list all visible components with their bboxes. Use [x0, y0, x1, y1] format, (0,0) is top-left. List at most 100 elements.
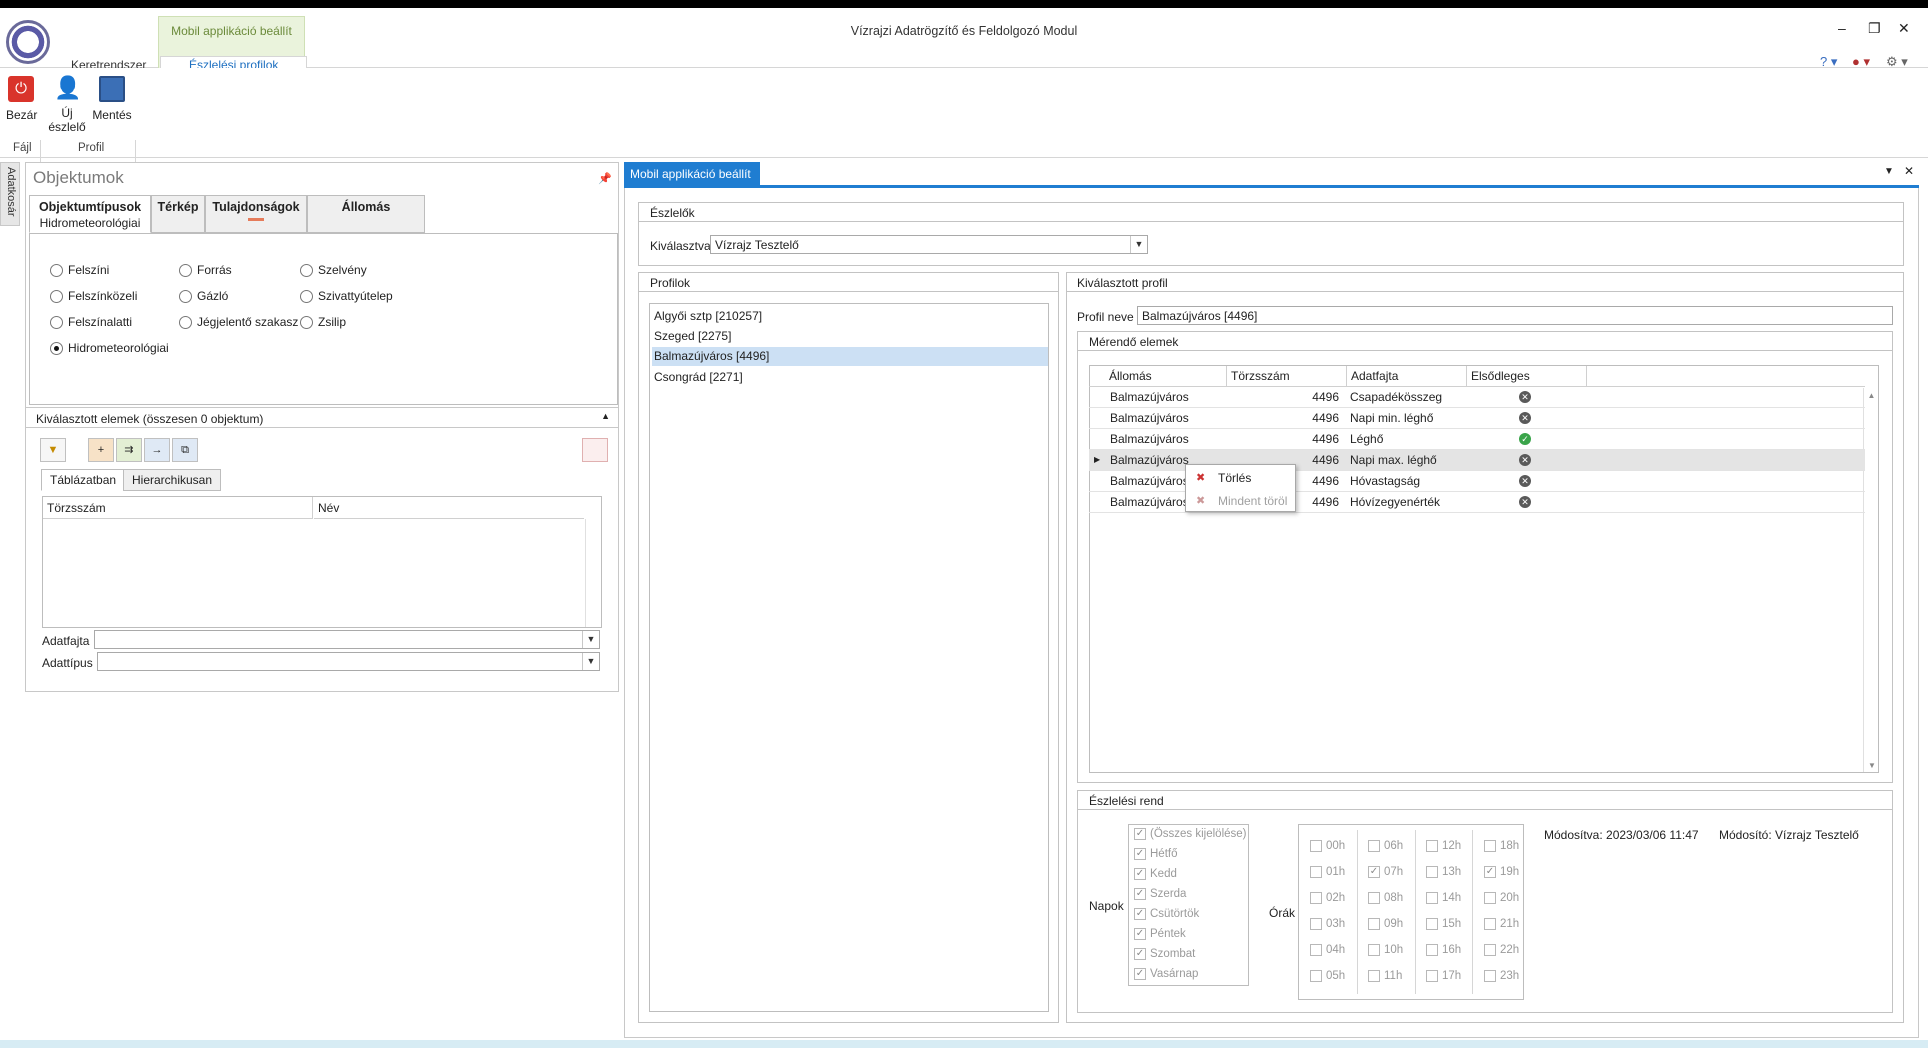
day-checkbox[interactable]: ✓ Vasárnap — [1134, 968, 1198, 980]
tab-terkep[interactable]: Térkép — [151, 195, 205, 233]
radio-zsilip[interactable]: Zsilip — [300, 315, 346, 329]
not-primary-icon[interactable]: ✕ — [1519, 412, 1531, 424]
col-torzsszam[interactable]: Törzsszám — [1227, 366, 1347, 386]
col-torzsszam[interactable]: Törzsszám — [43, 497, 313, 519]
move-icon[interactable]: → — [144, 438, 170, 462]
hour-checkbox[interactable]: 09h — [1368, 918, 1403, 930]
adattipus-combo[interactable]: ▼ — [97, 652, 600, 671]
pin-icon[interactable]: 📌 — [598, 172, 612, 185]
hour-checkbox[interactable]: 04h — [1310, 944, 1345, 956]
hour-checkbox[interactable]: 02h — [1310, 892, 1345, 904]
day-checkbox[interactable]: ✓ Szerda — [1134, 888, 1186, 900]
profile-item[interactable]: Csongrád [2271] — [652, 368, 1048, 387]
subtab-hierarchikusan[interactable]: Hierarchikusan — [123, 469, 222, 491]
day-label: Péntek — [1150, 928, 1186, 940]
col-nev[interactable]: Név — [314, 497, 584, 519]
hour-checkbox[interactable]: ✓ 07h — [1368, 866, 1403, 878]
radio-hidrometeorologiai[interactable]: Hidrometeorológiai — [50, 341, 169, 355]
primary-check-icon[interactable]: ✓ — [1519, 433, 1531, 445]
scroll-down-icon[interactable]: ▼ — [1864, 761, 1880, 770]
doc-menu-icon[interactable]: ▼ — [1884, 166, 1894, 177]
measured-row[interactable]: Balmazújváros 4496 Léghő ✓ — [1089, 429, 1865, 450]
hour-checkbox[interactable]: 23h — [1484, 970, 1519, 982]
chevron-down-icon[interactable]: ▼ — [582, 631, 599, 648]
add-selected-icon[interactable]: + — [88, 438, 114, 462]
day-checkbox[interactable]: ✓ Csütörtök — [1134, 908, 1199, 920]
col-elsodleges[interactable]: Elsődleges — [1467, 366, 1587, 386]
hour-checkbox[interactable]: 10h — [1368, 944, 1403, 956]
hour-checkbox[interactable]: 11h — [1368, 970, 1402, 982]
observer-select[interactable]: Vízrajz Tesztelő ▼ — [710, 235, 1148, 254]
radio-felszinalatti[interactable]: Felszínalatti — [50, 315, 132, 329]
close-ribbon-button[interactable]: ⏻ Bezár — [6, 76, 37, 122]
grid-scrollbar[interactable] — [585, 519, 601, 627]
minimize-button[interactable]: – — [1838, 20, 1846, 36]
copy-icon[interactable]: ⧉ — [172, 438, 198, 462]
tab-allomas[interactable]: Állomás — [307, 195, 425, 233]
save-button[interactable]: Mentés — [92, 76, 132, 122]
hour-checkbox[interactable]: 14h — [1426, 892, 1461, 904]
measured-scrollbar[interactable]: ▲ ▼ — [1863, 388, 1879, 772]
subtab-tablazatban[interactable]: Táblázatban — [41, 469, 126, 491]
hour-checkbox[interactable]: 16h — [1426, 944, 1461, 956]
tab-objekttipusok[interactable]: Objektumtípusok Hidrometeorológiai — [29, 195, 151, 233]
doc-tab[interactable]: Mobil applikáció beállít — [624, 162, 760, 186]
scroll-up-icon[interactable]: ▲ — [1864, 391, 1879, 400]
menu-item-torles[interactable]: Törlés — [1218, 471, 1251, 485]
hour-checkbox[interactable]: 18h — [1484, 840, 1519, 852]
hour-checkbox[interactable]: 20h — [1484, 892, 1519, 904]
chevron-down-icon[interactable]: ▼ — [582, 653, 599, 670]
radio-szelveny[interactable]: Szelvény — [300, 263, 367, 277]
radio-jegjelento[interactable]: Jégjelentő szakasz — [179, 315, 298, 329]
restore-button[interactable]: ❐ — [1868, 20, 1881, 37]
hour-checkbox[interactable]: 13h — [1426, 866, 1461, 878]
not-primary-icon[interactable]: ✕ — [1519, 496, 1531, 508]
radio-gazlo[interactable]: Gázló — [179, 289, 228, 303]
hour-checkbox[interactable]: 12h — [1426, 840, 1461, 852]
profile-name-input[interactable]: Balmazújváros [4496] — [1137, 306, 1893, 325]
hour-checkbox[interactable]: 01h — [1310, 866, 1345, 878]
selected-elements-header[interactable]: Kiválasztott elemek (összesen 0 objektum… — [26, 407, 618, 428]
collapse-icon[interactable]: ▲ — [601, 411, 610, 421]
day-checkbox[interactable]: ✓ Hétfő — [1134, 848, 1178, 860]
profile-item-selected[interactable]: Balmazújváros [4496] — [652, 347, 1048, 366]
profile-item[interactable]: Algyői sztp [210257] — [652, 307, 1048, 326]
hour-checkbox[interactable]: ✓ 19h — [1484, 866, 1519, 878]
add-all-icon[interactable]: ⇉ — [116, 438, 142, 462]
hour-checkbox[interactable]: 00h — [1310, 840, 1345, 852]
radio-szivattyutelep[interactable]: Szivattyútelep — [300, 289, 393, 303]
hour-checkbox[interactable]: 17h — [1426, 970, 1461, 982]
measured-row[interactable]: Balmazújváros 4496 Csapadékösszeg ✕ — [1089, 387, 1865, 408]
radio-felszinkozeli[interactable]: Felszínközeli — [50, 289, 137, 303]
clear-icon[interactable] — [582, 438, 608, 462]
hour-checkbox[interactable]: 06h — [1368, 840, 1403, 852]
not-primary-icon[interactable]: ✕ — [1519, 391, 1531, 403]
hour-checkbox[interactable]: 03h — [1310, 918, 1345, 930]
close-window-button[interactable]: ✕ — [1898, 20, 1910, 37]
new-observer-button[interactable]: 👤 Új észlelő — [46, 74, 88, 134]
hour-checkbox[interactable]: 05h — [1310, 970, 1345, 982]
col-adatfajta[interactable]: Adatfajta — [1347, 366, 1467, 386]
hour-checkbox[interactable]: 15h — [1426, 918, 1461, 930]
adatfajta-combo[interactable]: ▼ — [94, 630, 600, 649]
radio-forras[interactable]: Forrás — [179, 263, 232, 277]
hour-checkbox[interactable]: 21h — [1484, 918, 1519, 930]
filter-icon[interactable]: ▼ — [40, 438, 66, 462]
day-checkbox[interactable]: ✓ Péntek — [1134, 928, 1186, 940]
measured-row[interactable]: Balmazújváros 4496 Napi min. léghő ✕ — [1089, 408, 1865, 429]
menu-item-mindent-torol[interactable]: Mindent töröl — [1218, 494, 1287, 508]
not-primary-icon[interactable]: ✕ — [1519, 475, 1531, 487]
hour-checkbox[interactable]: 08h — [1368, 892, 1403, 904]
not-primary-icon[interactable]: ✕ — [1519, 454, 1531, 466]
tab-tulajdonsagok[interactable]: Tulajdonságok — [205, 195, 307, 233]
day-checkbox[interactable]: ✓ Szombat — [1134, 948, 1195, 960]
col-allomas[interactable]: Állomás — [1105, 366, 1227, 386]
data-basket-strip[interactable]: Adatkosár — [0, 162, 20, 226]
hour-checkbox[interactable]: 22h — [1484, 944, 1519, 956]
chevron-down-icon[interactable]: ▼ — [1130, 236, 1147, 253]
doc-close-icon[interactable]: ✕ — [1904, 164, 1914, 178]
day-checkbox[interactable]: ✓ (Összes kijelölése) — [1134, 828, 1247, 840]
radio-felszini[interactable]: Felszíni — [50, 263, 109, 277]
day-checkbox[interactable]: ✓ Kedd — [1134, 868, 1177, 880]
profile-item[interactable]: Szeged [2275] — [652, 327, 1048, 346]
